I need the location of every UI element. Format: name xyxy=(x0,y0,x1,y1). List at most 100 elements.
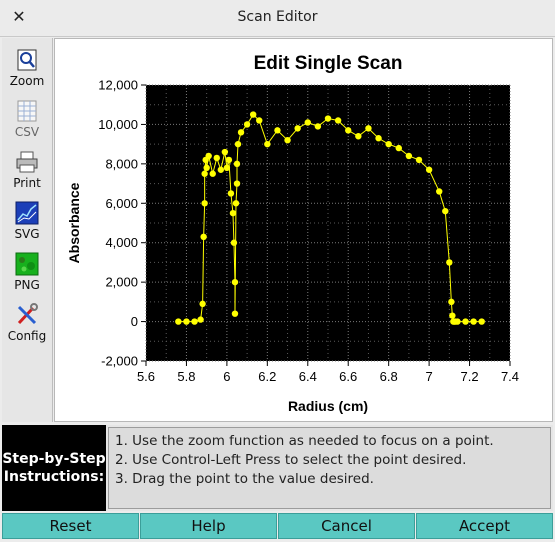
print-icon xyxy=(16,151,38,173)
data-point xyxy=(231,310,239,317)
x-tick-label: 6.2 xyxy=(258,369,276,384)
data-point xyxy=(324,115,332,122)
data-point xyxy=(232,200,240,207)
x-tick-label: 7 xyxy=(425,369,432,384)
scan-plot[interactable]: Edit Single Scan 5.6 5.8 6 6.2 6.4 6.6 6.8 7 7.2 7… xyxy=(55,39,552,421)
instruction-line: 3. Drag the point to the value desired. xyxy=(115,471,374,487)
y-tick-label: 8,000 xyxy=(105,156,138,171)
config-icon xyxy=(17,303,38,325)
data-point xyxy=(237,129,245,136)
y-tick-label: 0 xyxy=(131,314,138,329)
zoom-label: Zoom xyxy=(9,74,45,88)
instructions-label: Step-by-Step Instructions: xyxy=(2,425,106,511)
data-point xyxy=(314,123,322,130)
window-title: Scan Editor xyxy=(237,9,318,25)
data-point xyxy=(294,125,301,132)
config-label: Config xyxy=(7,329,47,343)
data-point xyxy=(201,200,208,207)
data-point xyxy=(334,117,342,124)
data-point xyxy=(470,318,477,325)
data-point xyxy=(355,133,362,140)
x-tick-label: 5.8 xyxy=(177,369,195,384)
data-point xyxy=(462,318,469,325)
data-point xyxy=(274,127,281,134)
y-tick-label: 4,000 xyxy=(105,235,138,250)
y-tick-label: 12,000 xyxy=(98,78,138,93)
csv-button[interactable]: CSV xyxy=(2,93,52,143)
side-toolbar: Zoom CSV Print SVG PNG Config xyxy=(2,38,53,422)
data-point xyxy=(229,209,237,217)
x-tick-label: 7.2 xyxy=(461,369,479,384)
x-tick-label: 7.4 xyxy=(501,369,519,384)
data-point xyxy=(175,318,182,325)
png-label: PNG xyxy=(14,278,40,292)
data-point xyxy=(425,166,433,173)
plot-panel: Edit Single Scan 5.6 5.8 6 6.2 6.4 6.6 6.8 7 7.2 7… xyxy=(54,38,553,422)
data-point xyxy=(230,239,238,246)
data-point xyxy=(233,160,241,168)
data-point xyxy=(405,152,413,160)
svg-label: SVG xyxy=(14,227,40,241)
x-axis-label: Radius (cm) xyxy=(288,398,368,414)
instructions-text: 1. Use the zoom function as needed to fo… xyxy=(108,427,551,509)
data-point xyxy=(385,140,392,148)
zoom-icon xyxy=(17,49,37,71)
y-tick-label: 6,000 xyxy=(105,196,138,211)
data-point xyxy=(234,140,242,148)
print-button[interactable]: Print xyxy=(2,144,52,194)
title-bar: ✕ Scan Editor xyxy=(0,0,555,37)
y-tick-label: 10,000 xyxy=(98,117,138,132)
data-point xyxy=(203,164,210,171)
data-point xyxy=(478,318,485,325)
y-tick-label: -2,000 xyxy=(101,354,138,369)
data-point xyxy=(395,144,402,152)
instruction-line: 2. Use Control-Left Press to select the … xyxy=(115,452,467,468)
svg-button[interactable]: SVG xyxy=(2,195,52,245)
data-point xyxy=(200,233,207,240)
print-label: Print xyxy=(13,176,41,190)
data-point xyxy=(365,125,372,132)
data-point xyxy=(183,318,190,325)
data-point xyxy=(304,119,311,126)
data-point xyxy=(449,312,456,319)
data-point xyxy=(442,207,449,215)
instruction-line: 1. Use the zoom function as needed to fo… xyxy=(115,433,494,449)
data-point xyxy=(415,156,423,164)
y-tick-label: 2,000 xyxy=(105,275,138,290)
data-point xyxy=(436,188,443,195)
x-tick-label: 6.8 xyxy=(380,369,398,384)
button-bar: Reset Help Cancel Accept xyxy=(0,513,555,542)
y-axis-label: Absorbance xyxy=(66,182,82,263)
config-button[interactable]: Config xyxy=(2,297,52,347)
data-point xyxy=(225,156,233,164)
data-point xyxy=(284,137,291,144)
data-point xyxy=(199,300,206,308)
data-point xyxy=(231,278,239,286)
x-tick-label: 6.6 xyxy=(339,369,357,384)
accept-button[interactable]: Accept xyxy=(416,513,553,539)
x-tick-label: 5.6 xyxy=(137,369,155,384)
data-point xyxy=(375,135,382,142)
cancel-button[interactable]: Cancel xyxy=(278,513,415,539)
help-button[interactable]: Help xyxy=(140,513,277,539)
csv-label: CSV xyxy=(14,125,40,139)
data-point xyxy=(227,190,235,197)
data-point xyxy=(249,111,257,118)
data-point xyxy=(264,140,271,148)
data-point xyxy=(221,148,229,156)
reset-button[interactable]: Reset xyxy=(2,513,139,539)
data-point xyxy=(454,318,461,325)
png-button[interactable]: PNG xyxy=(2,246,52,296)
chart-title: Edit Single Scan xyxy=(254,53,403,74)
data-point xyxy=(201,170,208,177)
data-point xyxy=(217,166,225,173)
instructions-panel: Step-by-Step Instructions: 1. Use the zo… xyxy=(2,425,553,511)
data-point xyxy=(213,154,220,162)
data-point xyxy=(243,121,251,128)
csv-icon xyxy=(17,100,37,122)
data-point xyxy=(233,180,241,187)
data-point xyxy=(448,298,455,306)
zoom-button[interactable]: Zoom xyxy=(2,42,52,92)
x-tick-label: 6.4 xyxy=(299,369,317,384)
data-point xyxy=(256,117,263,124)
